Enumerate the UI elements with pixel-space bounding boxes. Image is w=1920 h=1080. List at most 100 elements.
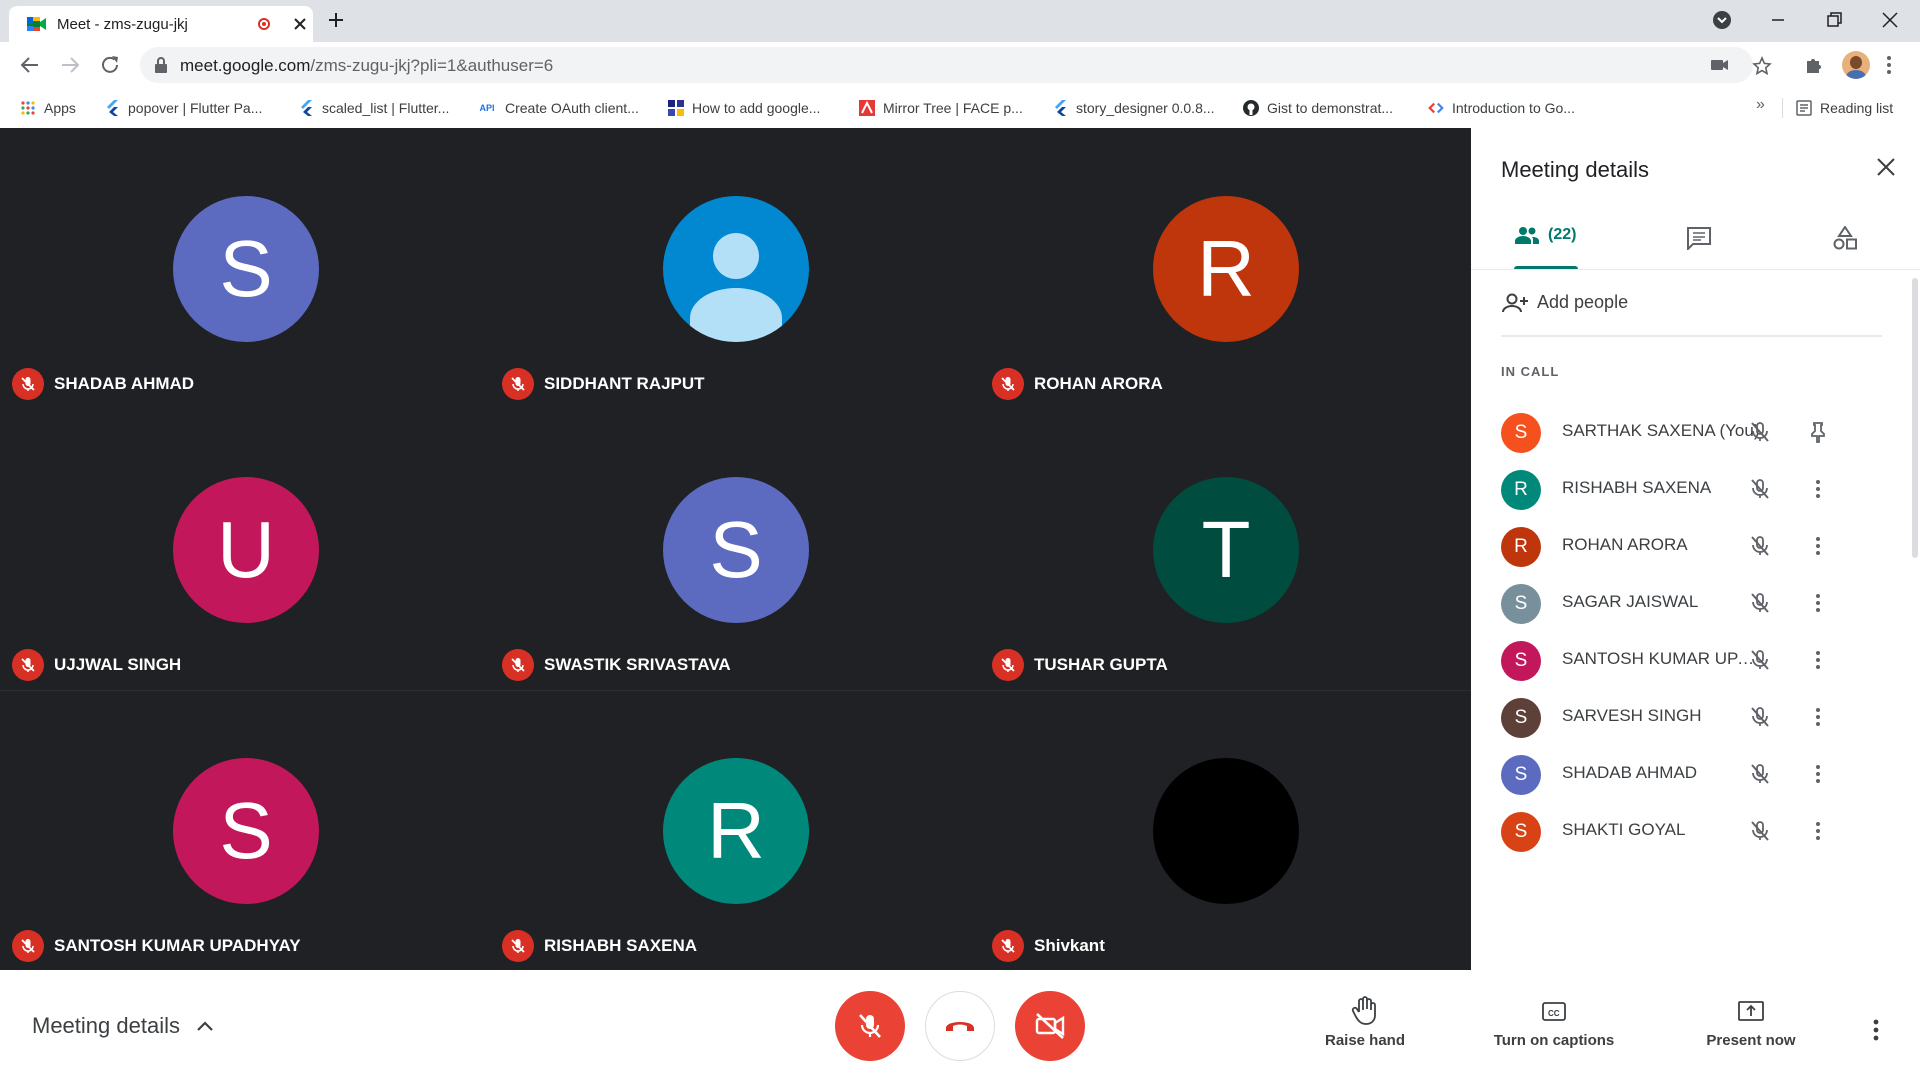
reading-list-label: Reading list bbox=[1820, 100, 1894, 116]
more-options-icon[interactable] bbox=[1806, 648, 1830, 672]
tab-title: Meet - zms-zugu-jkj bbox=[57, 16, 188, 33]
participant-name: UJJWAL SINGH bbox=[54, 655, 182, 674]
mic-off-icon[interactable] bbox=[1748, 819, 1772, 843]
meeting-details-label: Meeting details bbox=[32, 1013, 180, 1038]
participant-avatar: S bbox=[1501, 413, 1541, 453]
captions-label: Turn on captions bbox=[1493, 1032, 1615, 1049]
meeting-details-toggle[interactable]: Meeting details bbox=[32, 1013, 214, 1039]
hang-up-icon bbox=[943, 1016, 977, 1036]
people-count: (22) bbox=[1548, 226, 1577, 243]
participant-tile[interactable]: R ROHAN ARORA bbox=[980, 128, 1470, 408]
tab-activities[interactable] bbox=[1832, 226, 1858, 250]
participant-avatar: R bbox=[1153, 196, 1299, 342]
raise-hand-icon bbox=[1351, 996, 1379, 1026]
more-options-icon[interactable] bbox=[1806, 762, 1830, 786]
mic-off-icon[interactable] bbox=[1748, 477, 1772, 501]
more-options-icon[interactable] bbox=[1806, 477, 1830, 501]
more-options-icon[interactable] bbox=[1806, 819, 1830, 843]
camera-in-use-icon[interactable] bbox=[1710, 56, 1730, 74]
participant-name: SIDDHANT RAJPUT bbox=[544, 374, 705, 393]
bookmark-scaled-list[interactable]: scaled_list | Flutter... bbox=[298, 96, 449, 120]
back-icon[interactable] bbox=[19, 54, 41, 76]
bookmark-story-designer[interactable]: story_designer 0.0.8... bbox=[1052, 96, 1215, 120]
browser-tab-meet[interactable]: Meet - zms-zugu-jkj bbox=[9, 6, 313, 42]
close-tab-icon[interactable] bbox=[291, 15, 309, 33]
people-icon bbox=[1514, 226, 1540, 244]
close-icon[interactable] bbox=[1875, 156, 1897, 178]
participant-tile[interactable]: SIDDHANT RAJPUT bbox=[490, 128, 980, 408]
tile-label: SANTOSH KUMAR UPADHYAY bbox=[12, 930, 301, 962]
participant-row[interactable]: S SHAKTI GOYAL bbox=[1501, 805, 1901, 855]
present-now-label: Present now bbox=[1706, 1032, 1796, 1049]
bookmark-gist[interactable]: Gist to demonstrat... bbox=[1243, 96, 1393, 120]
extensions-puzzle-icon[interactable] bbox=[1804, 55, 1824, 75]
participant-tile[interactable]: S SHADAB AHMAD bbox=[0, 128, 490, 408]
tile-label: UJJWAL SINGH bbox=[12, 649, 181, 681]
bookmark-apps[interactable]: Apps bbox=[20, 96, 76, 120]
tab-search-icon[interactable] bbox=[1712, 10, 1732, 30]
microphone-toggle-button[interactable] bbox=[835, 991, 905, 1061]
participant-avatar bbox=[1153, 758, 1299, 904]
participant-row[interactable]: R ROHAN ARORA bbox=[1501, 520, 1901, 570]
bookmark-popover[interactable]: popover | Flutter Pa... bbox=[104, 96, 262, 120]
participant-tile[interactable]: T TUSHAR GUPTA bbox=[980, 409, 1470, 689]
mic-off-icon[interactable] bbox=[1748, 705, 1772, 729]
pin-icon[interactable] bbox=[1806, 420, 1830, 444]
participant-row[interactable]: S SARVESH SINGH bbox=[1501, 691, 1901, 741]
lock-icon[interactable] bbox=[154, 57, 168, 73]
participant-row[interactable]: S SARTHAK SAXENA (You) bbox=[1501, 406, 1901, 456]
participant-tile[interactable]: Shivkant bbox=[980, 690, 1470, 970]
more-options-icon[interactable] bbox=[1806, 705, 1830, 729]
person-silhouette-icon bbox=[690, 233, 782, 342]
mic-off-icon[interactable] bbox=[1748, 591, 1772, 615]
more-options-icon[interactable] bbox=[1806, 591, 1830, 615]
panel-scrollbar[interactable] bbox=[1912, 278, 1918, 558]
reload-icon[interactable] bbox=[99, 54, 121, 76]
participant-tile[interactable]: U UJJWAL SINGH bbox=[0, 409, 490, 689]
bookmark-introduction[interactable]: Introduction to Go... bbox=[1428, 96, 1575, 120]
reading-list-button[interactable]: Reading list bbox=[1796, 96, 1893, 120]
participant-tile[interactable]: S SANTOSH KUMAR UPADHYAY bbox=[0, 690, 490, 970]
bookmark-mirror-tree[interactable]: Mirror Tree | FACE p... bbox=[859, 96, 1023, 120]
restore-icon[interactable] bbox=[1824, 10, 1844, 30]
mic-off-icon[interactable] bbox=[1748, 648, 1772, 672]
tab-chat[interactable] bbox=[1686, 226, 1712, 250]
tab-people[interactable]: (22) bbox=[1514, 226, 1576, 244]
camera-toggle-button[interactable] bbox=[1015, 991, 1085, 1061]
address-bar[interactable]: meet.google.com/zms-zugu-jkj?pli=1&authu… bbox=[140, 47, 1772, 83]
participant-tile[interactable]: S SWASTIK SRIVASTAVA bbox=[490, 409, 980, 689]
bookmark-oauth[interactable]: API Create OAuth client... bbox=[477, 96, 638, 120]
present-now-button[interactable]: Present now bbox=[1676, 996, 1826, 1049]
browser-menu-icon[interactable] bbox=[1886, 55, 1892, 75]
participant-name: RISHABH SAXENA bbox=[1562, 478, 1712, 497]
participant-row[interactable]: R RISHABH SAXENA bbox=[1501, 463, 1901, 513]
mic-off-icon[interactable] bbox=[1748, 534, 1772, 558]
participant-row[interactable]: S SHADAB AHMAD bbox=[1501, 748, 1901, 798]
forward-icon[interactable] bbox=[59, 54, 81, 76]
minimize-icon[interactable] bbox=[1768, 10, 1788, 30]
participant-name: SHADAB AHMAD bbox=[1562, 763, 1698, 782]
participant-row[interactable]: S SAGAR JAISWAL bbox=[1501, 577, 1901, 627]
raise-hand-label: Raise hand bbox=[1324, 1032, 1406, 1049]
mic-off-icon bbox=[992, 368, 1024, 400]
more-options-icon[interactable] bbox=[1806, 534, 1830, 558]
profile-avatar[interactable] bbox=[1842, 51, 1870, 79]
bookmarks-overflow-button[interactable]: » bbox=[1756, 96, 1765, 114]
participant-avatar: S bbox=[173, 758, 319, 904]
bookmark-label: How to add google... bbox=[692, 100, 821, 116]
participant-avatar: S bbox=[1501, 584, 1541, 624]
add-people-button[interactable]: Add people bbox=[1501, 292, 1628, 313]
mic-off-icon[interactable] bbox=[1748, 420, 1772, 444]
participant-row[interactable]: S SANTOSH KUMAR UPA... bbox=[1501, 634, 1901, 684]
mic-off-icon bbox=[12, 930, 44, 962]
leave-call-button[interactable] bbox=[925, 991, 995, 1061]
close-window-icon[interactable] bbox=[1880, 10, 1900, 30]
bookmark-star-icon[interactable] bbox=[1752, 56, 1772, 76]
more-options-icon[interactable] bbox=[1872, 1018, 1880, 1042]
mic-off-icon[interactable] bbox=[1748, 762, 1772, 786]
captions-button[interactable]: CC Turn on captions bbox=[1479, 996, 1629, 1049]
participant-tile[interactable]: R RISHABH SAXENA bbox=[490, 690, 980, 970]
raise-hand-button[interactable]: Raise hand bbox=[1290, 996, 1440, 1049]
new-tab-icon[interactable] bbox=[326, 10, 346, 30]
bookmark-how-to-add[interactable]: How to add google... bbox=[668, 96, 820, 120]
